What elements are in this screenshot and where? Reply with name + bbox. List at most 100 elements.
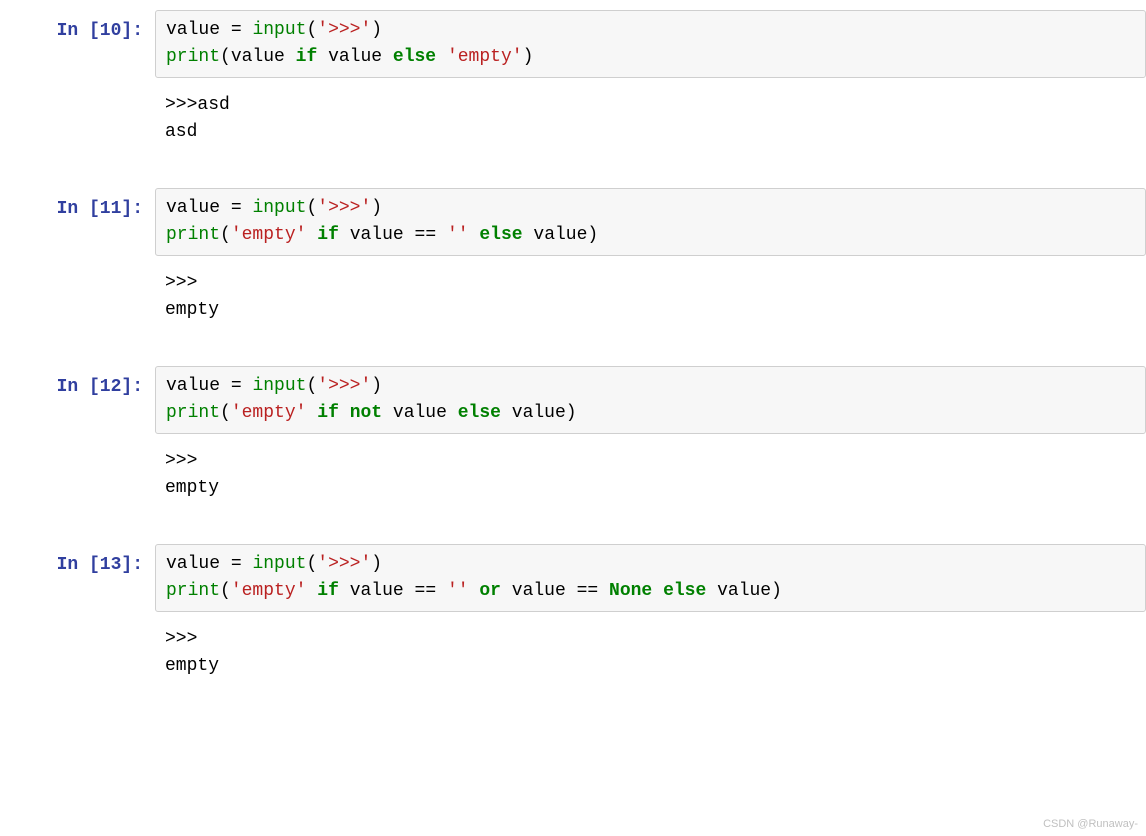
code-token: 'empty': [231, 403, 307, 423]
input-cell: In [10]:value = input('>>>') print(value…: [0, 10, 1146, 78]
code-token: [220, 198, 231, 218]
code-token: [220, 20, 231, 40]
input-content: value = input('>>>') print('empty' if no…: [155, 366, 1146, 434]
code-token: 'empty': [231, 581, 307, 601]
code-token: value: [166, 198, 220, 218]
input-content: value = input('>>>') print('empty' if va…: [155, 188, 1146, 256]
code-token: '>>>': [317, 554, 371, 574]
code-input[interactable]: value = input('>>>') print('empty' if va…: [155, 544, 1146, 612]
code-token: value: [166, 20, 220, 40]
code-token: [566, 581, 577, 601]
input-prompt: In [13]:: [0, 544, 155, 579]
code-token: not: [350, 403, 382, 423]
output-prompt: [0, 620, 155, 628]
output-text: >>> empty: [155, 442, 1146, 508]
code-token: value: [328, 47, 382, 67]
code-token: [220, 376, 231, 396]
code-token: if: [317, 403, 339, 423]
output-prompt: [0, 86, 155, 94]
code-token: print: [166, 403, 220, 423]
code-token: (: [306, 20, 317, 40]
code-token: else: [393, 47, 436, 67]
code-token: [436, 581, 447, 601]
code-input[interactable]: value = input('>>>') print('empty' if no…: [155, 366, 1146, 434]
code-token: (: [306, 554, 317, 574]
code-token: (: [306, 376, 317, 396]
code-token: value: [717, 581, 771, 601]
code-token: =: [231, 554, 242, 574]
code-token: '>>>': [317, 198, 371, 218]
input-prompt: In [12]:: [0, 366, 155, 401]
output-content: >>> empty: [155, 442, 1146, 508]
input-prompt: In [11]:: [0, 188, 155, 223]
code-input[interactable]: value = input('>>>') print('empty' if va…: [155, 188, 1146, 256]
code-token: [306, 403, 317, 423]
input-cell: In [13]:value = input('>>>') print('empt…: [0, 544, 1146, 612]
code-token: [501, 403, 512, 423]
code-token: value: [231, 47, 285, 67]
output-cell: >>> empty: [0, 264, 1146, 330]
code-token: [306, 581, 317, 601]
code-token: 'empty': [231, 225, 307, 245]
output-cell: >>> empty: [0, 442, 1146, 508]
code-token: =: [231, 20, 242, 40]
code-token: ): [371, 376, 382, 396]
code-token: ==: [577, 581, 599, 601]
code-token: print: [166, 47, 220, 67]
input-content: value = input('>>>') print('empty' if va…: [155, 544, 1146, 612]
code-token: [242, 198, 253, 218]
code-token: [404, 581, 415, 601]
code-token: input: [252, 20, 306, 40]
cell-spacer: [0, 516, 1146, 544]
code-token: [242, 554, 253, 574]
code-token: ==: [415, 581, 437, 601]
code-token: [598, 581, 609, 601]
code-token: [242, 20, 253, 40]
output-content: >>> empty: [155, 620, 1146, 686]
code-token: else: [479, 225, 522, 245]
code-token: None: [609, 581, 652, 601]
code-token: [306, 225, 317, 245]
output-text: >>> empty: [155, 264, 1146, 330]
output-prompt: [0, 442, 155, 450]
notebook-container: In [10]:value = input('>>>') print(value…: [0, 10, 1146, 722]
input-content: value = input('>>>') print(value if valu…: [155, 10, 1146, 78]
output-text: >>>asd asd: [155, 86, 1146, 152]
output-text: >>> empty: [155, 620, 1146, 686]
code-token: [285, 47, 296, 67]
code-token: (: [306, 198, 317, 218]
code-token: [382, 47, 393, 67]
code-token: or: [479, 581, 501, 601]
output-content: >>> empty: [155, 264, 1146, 330]
code-token: [317, 47, 328, 67]
code-token: [447, 403, 458, 423]
code-token: [523, 225, 534, 245]
code-token: '': [447, 225, 469, 245]
code-token: [469, 225, 480, 245]
code-token: [436, 47, 447, 67]
code-token: value: [533, 225, 587, 245]
code-token: [706, 581, 717, 601]
code-token: if: [317, 225, 339, 245]
code-token: print: [166, 225, 220, 245]
code-token: [339, 403, 350, 423]
cell-spacer: [0, 338, 1146, 366]
code-token: value: [393, 403, 447, 423]
code-token: 'empty': [447, 47, 523, 67]
code-token: [339, 225, 350, 245]
code-token: (: [220, 403, 231, 423]
code-token: value: [350, 225, 404, 245]
code-token: '>>>': [317, 20, 371, 40]
code-token: ): [566, 403, 577, 423]
code-token: value: [166, 376, 220, 396]
code-token: ): [771, 581, 782, 601]
input-prompt: In [10]:: [0, 10, 155, 45]
code-token: ): [371, 198, 382, 218]
code-token: value: [512, 581, 566, 601]
code-token: ): [523, 47, 534, 67]
output-content: >>>asd asd: [155, 86, 1146, 152]
code-token: [242, 376, 253, 396]
input-cell: In [11]:value = input('>>>') print('empt…: [0, 188, 1146, 256]
code-token: else: [663, 581, 706, 601]
code-input[interactable]: value = input('>>>') print(value if valu…: [155, 10, 1146, 78]
